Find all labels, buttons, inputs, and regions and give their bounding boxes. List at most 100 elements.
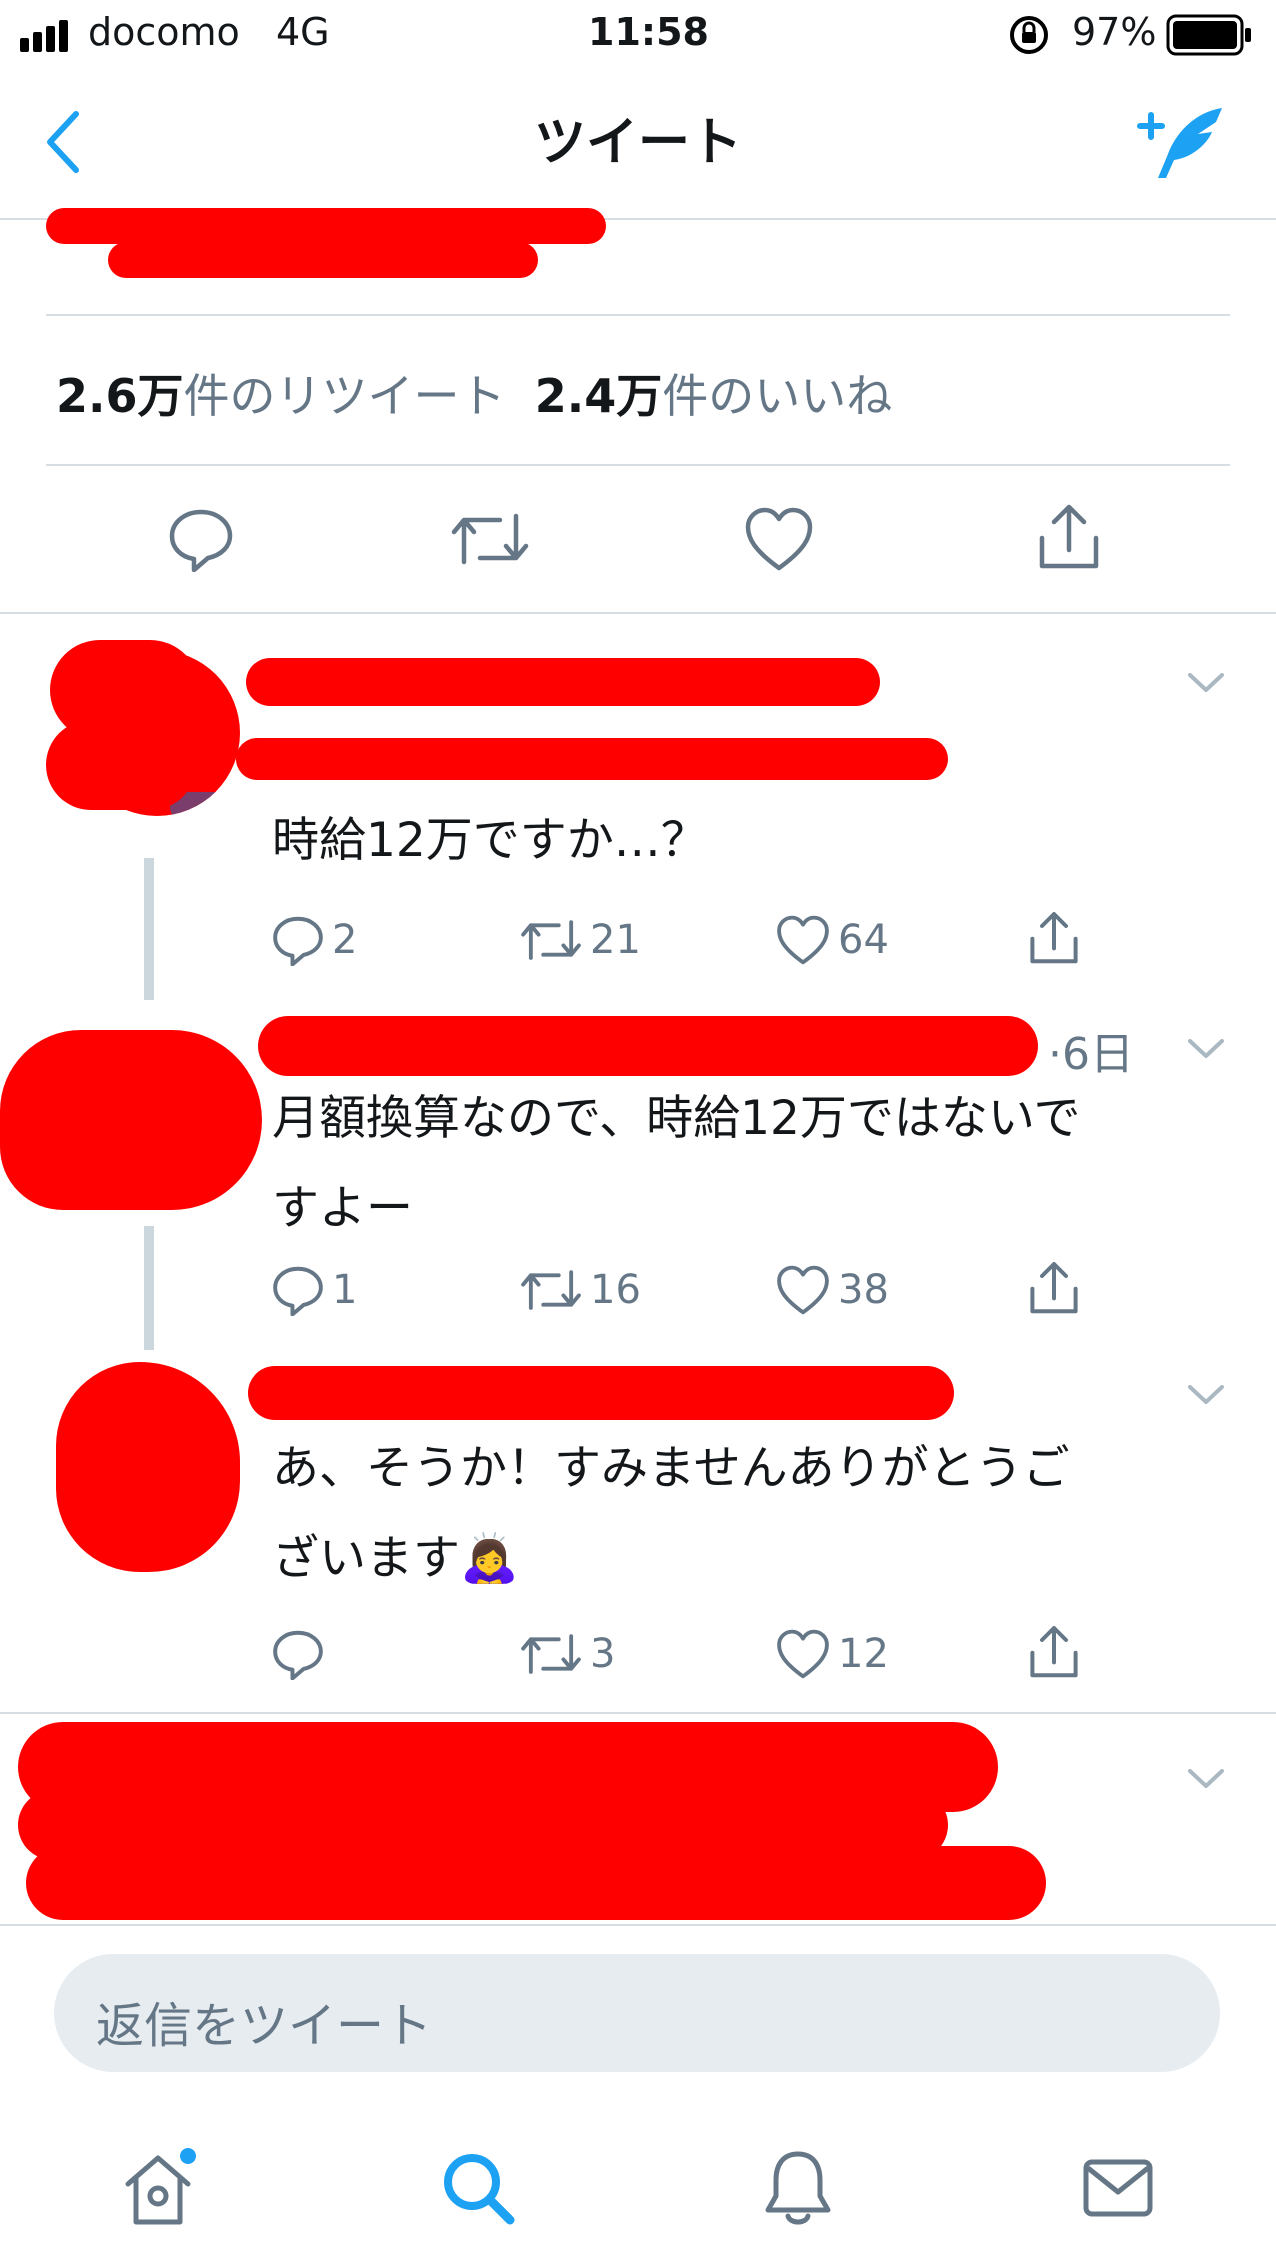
retweet-button[interactable] [450, 506, 530, 572]
like-label[interactable]: 件のいいね [662, 369, 892, 423]
chevron-down-icon [1188, 1385, 1224, 1404]
reply-button[interactable] [168, 506, 234, 572]
battery-icon [1166, 14, 1252, 56]
orientation-lock-icon [1008, 14, 1050, 56]
retweet-icon [521, 1270, 581, 1310]
tweet-text: 時給12万ですか…？ [272, 813, 708, 868]
tweet-options-button[interactable] [1186, 1036, 1226, 1062]
tweet-text-line: 月額換算なので、時給12万ではないで [272, 1091, 1081, 1146]
share-icon [1039, 504, 1099, 569]
tweet-text-line: ざいます🙇‍♀️ [272, 1514, 1070, 1604]
redaction-block avatar [0, 1030, 262, 1210]
redaction-block [108, 242, 538, 278]
divider [46, 314, 1230, 316]
redaction-block [46, 208, 606, 244]
compose-tweet-button[interactable] [1136, 102, 1226, 182]
share-icon [1030, 1262, 1078, 1314]
share-button[interactable] [1034, 502, 1104, 572]
notifications-icon [765, 2151, 831, 2225]
redaction-block [258, 1016, 1038, 1076]
thread-line [144, 858, 154, 1000]
reply-action[interactable]: 1 [272, 1264, 357, 1316]
tweet-options-button[interactable] [1186, 670, 1226, 696]
share-action[interactable] [1026, 910, 1082, 966]
thread-line [144, 1226, 154, 1350]
retweet-icon [521, 920, 581, 960]
like-button[interactable] [744, 506, 814, 572]
like-count[interactable]: 2.4万 [535, 369, 663, 423]
share-action[interactable] [1026, 1624, 1082, 1680]
like-count: 12 [838, 1631, 889, 1677]
reply-icon [273, 916, 323, 966]
clock: 11:58 [588, 10, 709, 54]
share-icon [1030, 1626, 1078, 1678]
retweet-icon [451, 513, 529, 565]
share-icon [1030, 912, 1078, 964]
tweet-text: あ、そうか！すみませんありがとうご ざいます🙇‍♀️ [272, 1424, 1070, 1604]
chevron-down-icon [1188, 1769, 1224, 1788]
reply-action[interactable]: 2 [272, 914, 357, 966]
redaction-block [246, 658, 880, 706]
tab-notifications[interactable] [762, 2148, 834, 2228]
retweet-count: 16 [590, 1267, 641, 1313]
heart-icon [777, 1265, 829, 1315]
reply-icon [169, 509, 233, 572]
like-count: 38 [838, 1267, 889, 1313]
redaction-block [46, 720, 196, 810]
tweet-options-button[interactable] [1186, 1766, 1226, 1792]
reply-action[interactable] [272, 1628, 332, 1680]
battery-percent: 97% [1072, 10, 1157, 54]
heart-icon [777, 915, 829, 965]
tweet-options-button[interactable] [1186, 1382, 1226, 1408]
tab-home[interactable] [120, 2148, 202, 2228]
tweet-stats: 2.6万件のリツイート 2.4万件のいいね [56, 360, 892, 426]
messages-icon [1083, 2159, 1153, 2217]
reply-icon [273, 1630, 323, 1680]
divider [0, 1924, 1276, 1926]
heart-icon [777, 1629, 829, 1679]
search-icon [444, 2154, 515, 2225]
redaction-block avatar [56, 1362, 240, 1572]
retweet-action[interactable]: 3 [520, 1628, 615, 1680]
like-action[interactable]: 38 [776, 1264, 889, 1316]
redaction-block [236, 738, 948, 780]
reply-count: 1 [332, 1267, 358, 1313]
reply-icon [273, 1266, 323, 1316]
carrier-label: docomo [88, 10, 240, 54]
reply-count: 2 [332, 917, 358, 963]
retweet-icon [521, 1634, 581, 1674]
chevron-down-icon [1188, 673, 1224, 692]
signal-icon [20, 18, 80, 52]
tweet-text: 月額換算なので、時給12万ではないで すよー [272, 1074, 1081, 1254]
tweet-text-line: あ、そうか！すみませんありがとうご [272, 1441, 1070, 1496]
divider [46, 464, 1230, 466]
redaction-block [26, 1846, 1046, 1920]
reply-input[interactable]: 返信をツイート [54, 1954, 1220, 2072]
heart-icon [745, 507, 813, 571]
status-bar: docomo 4G 11:58 97% [0, 0, 1276, 70]
retweet-action[interactable]: 21 [520, 914, 641, 966]
section-divider [0, 1712, 1276, 1714]
share-action[interactable] [1026, 1260, 1082, 1316]
tweet-timestamp: ·6日 [1048, 1029, 1134, 1080]
retweet-count: 21 [590, 917, 641, 963]
tweet-text-line-part: ざいます [272, 1531, 460, 1586]
like-action[interactable]: 64 [776, 914, 889, 966]
like-action[interactable]: 12 [776, 1628, 889, 1680]
section-divider [0, 612, 1276, 614]
bowing-emoji: 🙇‍♀️ [460, 1531, 519, 1586]
tab-messages[interactable] [1082, 2156, 1154, 2220]
retweet-count[interactable]: 2.6万 [56, 369, 184, 423]
retweet-label[interactable]: 件のリツイート [184, 369, 506, 423]
redaction-block [248, 1366, 954, 1420]
compose-tweet-icon [1137, 108, 1222, 178]
retweet-count: 3 [590, 1631, 616, 1677]
home-icon [125, 2148, 196, 2225]
tab-search[interactable] [440, 2150, 516, 2226]
like-count: 64 [838, 917, 889, 963]
reply-input-placeholder: 返信をツイート [96, 1998, 433, 2054]
retweet-action[interactable]: 16 [520, 1264, 641, 1316]
chevron-down-icon [1188, 1039, 1224, 1058]
page-title: ツイート [533, 113, 742, 173]
network-label: 4G [276, 10, 330, 54]
